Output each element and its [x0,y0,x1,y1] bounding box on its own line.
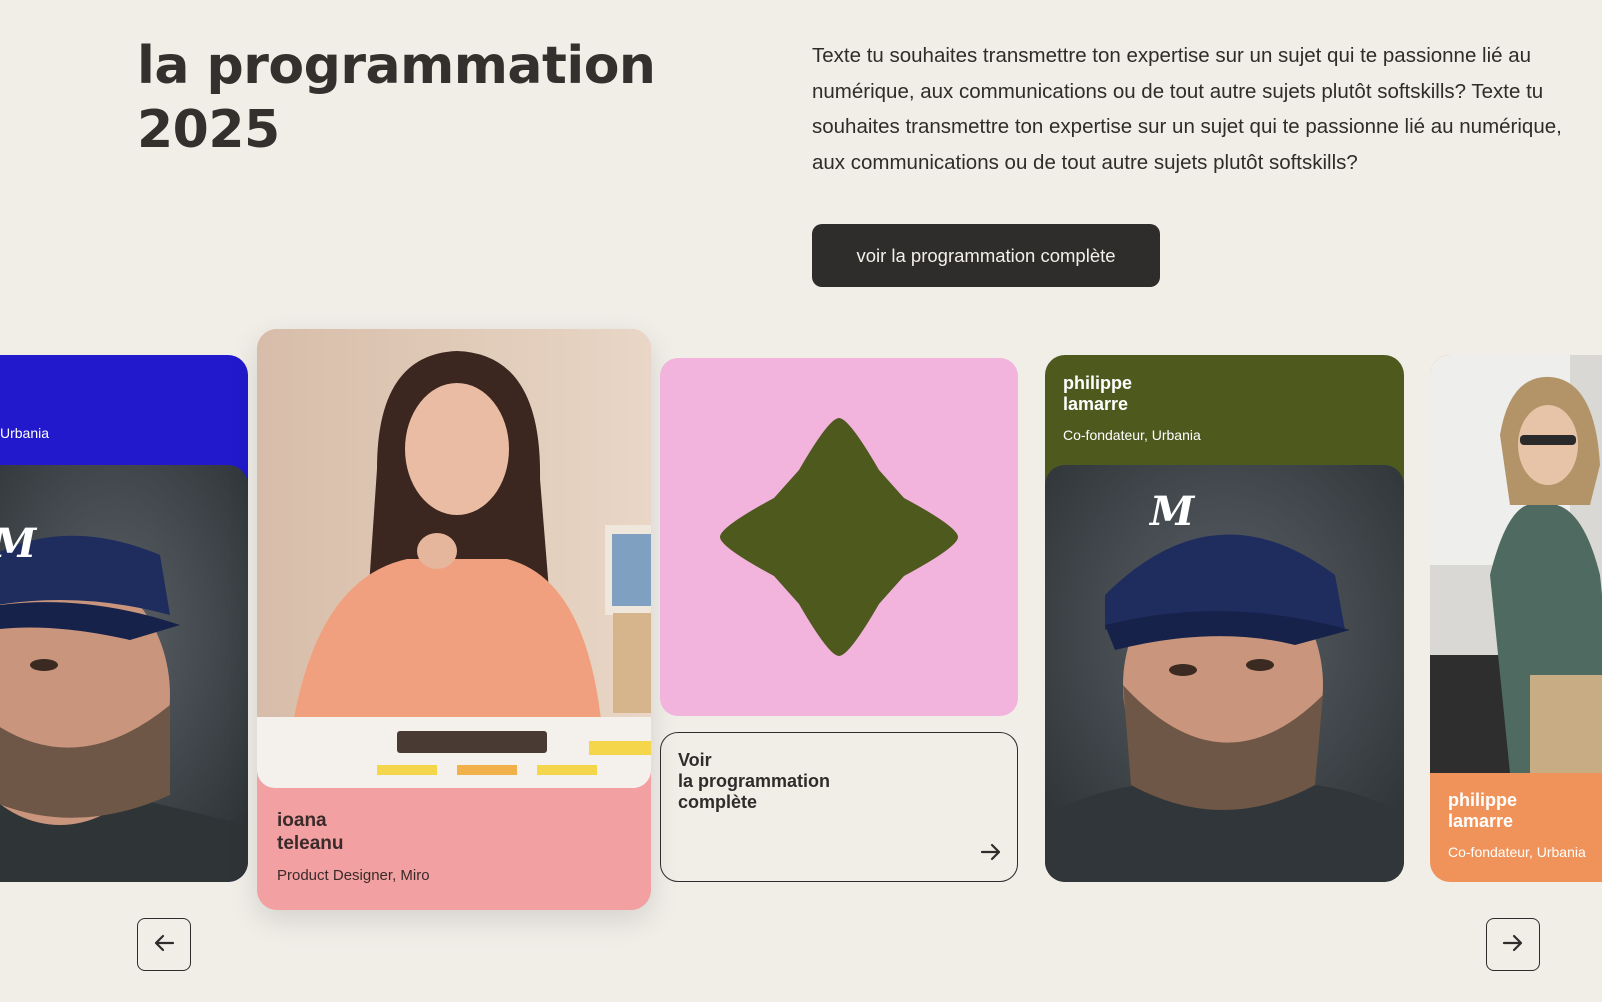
speaker-info: ioana teleanu Product Designer, Miro [277,809,430,884]
svg-text:M: M [1148,488,1196,535]
decorative-star-card [660,358,1018,716]
arrow-right-icon [1501,931,1525,958]
speaker-card-philippe-lamarre[interactable]: philippe lamarre Co-fondateur, Urbania M [1045,355,1404,882]
view-full-program-label: Voir la programmation complète [678,750,831,812]
speaker-info: philippe lamarre Co-fondateur, Urbania [1448,790,1586,860]
speaker-photo-man-cap: M [0,465,248,882]
speaker-name: philippe lamarre [1063,373,1132,414]
speaker-card-ioana-teleanu[interactable]: ioana teleanu Product Designer, Miro [257,329,651,910]
speaker-name: philippe lamarre [1448,790,1517,831]
full-program-button[interactable]: voir la programmation complète [812,224,1160,287]
carousel-next-button[interactable] [1486,918,1540,971]
intro-text: Texte tu souhaites transmettre ton exper… [812,44,1562,174]
view-full-program-link[interactable]: Voir la programmation complète [660,732,1018,882]
arrow-right-icon [979,840,1003,869]
speaker-card-philippe-lamarre-2[interactable]: philippe lamarre Co-fondateur, Urbania [1430,355,1602,882]
speaker-photo-woman-speaking [1430,355,1602,773]
speaker-photo-ioana-teleanu [257,329,651,788]
speaker-role: Co-fondateur, Urbania [1448,844,1586,860]
carousel-prev-button[interactable] [137,918,191,971]
svg-text:M: M [0,520,38,567]
page-title: la programmation 2025 [137,36,656,160]
speaker-role: Product Designer, Miro [277,867,430,884]
speaker-role: Co-fondateur, Urbania [1063,427,1201,443]
speaker-role: Urbania [0,425,50,441]
star-icon [720,418,958,656]
speaker-name: ioana teleanu [277,810,344,854]
speaker-card-urbania[interactable]: Urbania M [0,355,248,882]
speaker-info: philippe lamarre Co-fondateur, Urbania [1063,373,1201,443]
arrow-left-icon [152,931,176,958]
speaker-photo-philippe-lamarre: M [1045,465,1404,882]
